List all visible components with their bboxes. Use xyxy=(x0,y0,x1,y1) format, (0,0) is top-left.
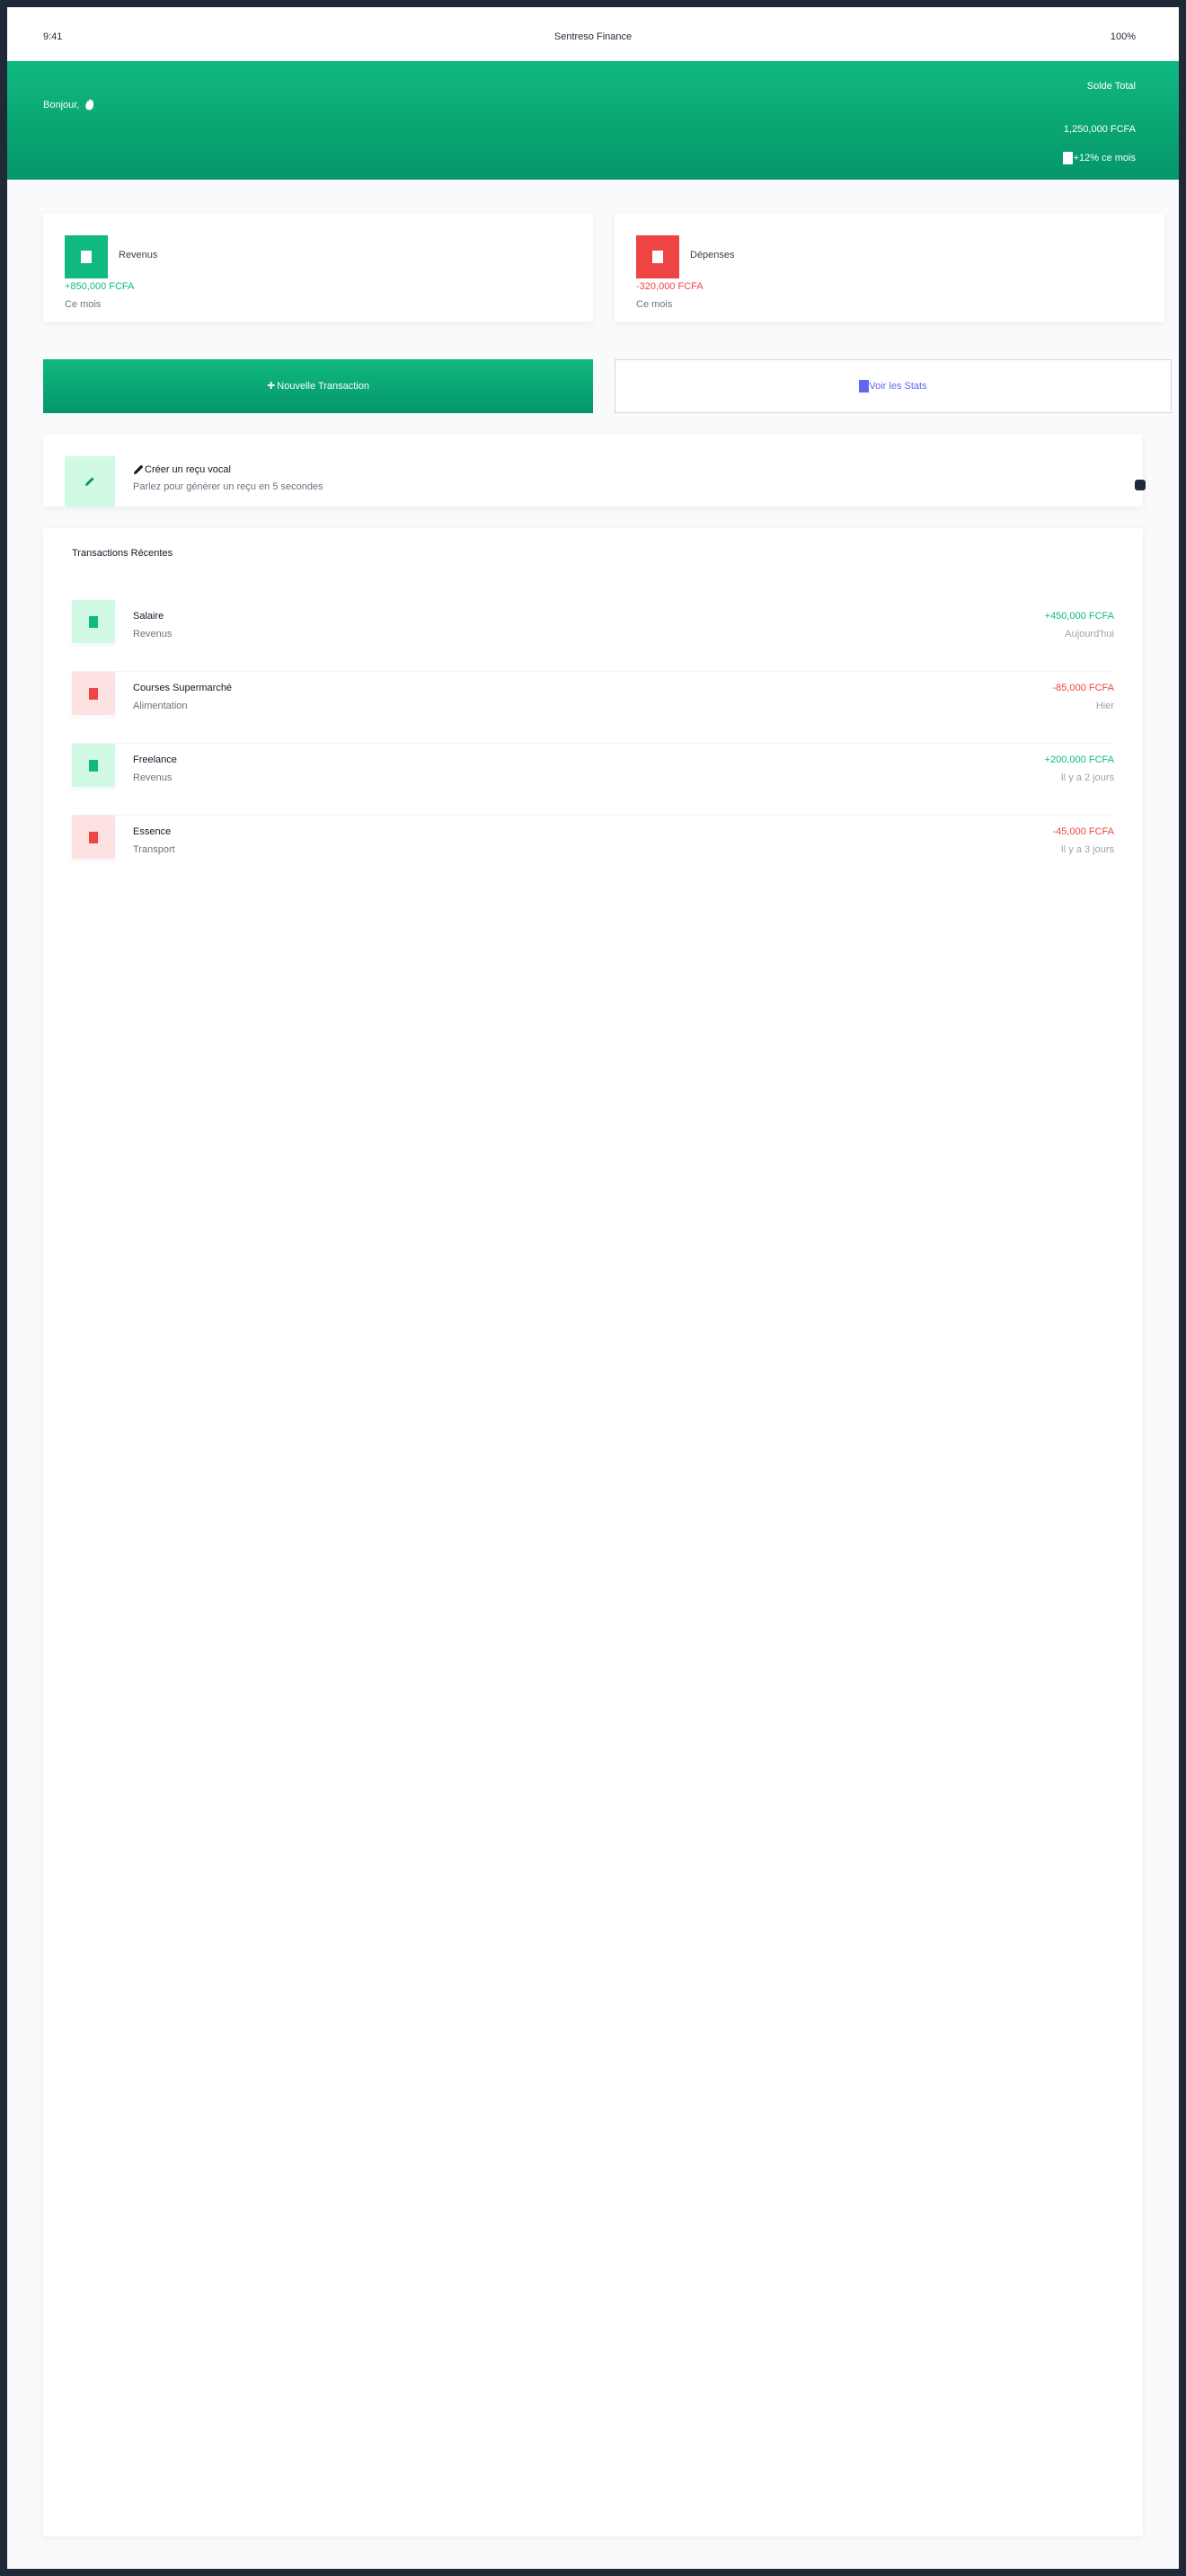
record-indicator-icon[interactable] xyxy=(1135,480,1146,490)
new-transaction-button[interactable]: + Nouvelle Transaction xyxy=(43,359,593,413)
transaction-name: Freelance xyxy=(133,754,177,765)
transactions-heading: Transactions Récentes xyxy=(72,548,173,559)
stats-chart-icon xyxy=(859,380,870,393)
transaction-amount: -45,000 FCFA xyxy=(1052,826,1114,837)
transaction-row[interactable]: Essence Transport -45,000 FCFA Il y a 3 … xyxy=(72,816,1114,887)
battery-level: 100% xyxy=(1110,31,1136,42)
expense-card[interactable]: Dépenses -320,000 FCFA Ce mois xyxy=(615,214,1164,322)
transaction-date: Aujourd'hui xyxy=(1065,629,1114,640)
app-title: Sentreso Finance xyxy=(553,31,633,42)
transaction-amount: -85,000 FCFA xyxy=(1052,683,1114,693)
trend-up-icon xyxy=(1062,152,1073,164)
income-icon xyxy=(72,744,115,787)
income-period: Ce mois xyxy=(65,299,102,310)
transaction-name: Essence xyxy=(133,826,172,837)
income-title: Revenus xyxy=(119,250,158,260)
transaction-name: Courses Supermarché xyxy=(133,683,233,693)
transaction-date: Il y a 2 jours xyxy=(1060,772,1114,783)
status-bar: 9:41 Sentreso Finance 100% xyxy=(7,7,1179,61)
balance-amount: 1,250,000 FCFA xyxy=(1063,124,1136,135)
pencil-icon xyxy=(85,477,94,486)
expense-icon xyxy=(72,672,115,715)
transaction-amount: +450,000 FCFA xyxy=(1044,611,1114,622)
recent-transactions-card: Transactions Récentes Salaire Revenus +4… xyxy=(43,528,1143,2536)
waving-hand-icon xyxy=(85,99,94,110)
new-transaction-label: Nouvelle Transaction xyxy=(277,381,370,392)
voice-title-text: Créer un reçu vocal xyxy=(145,463,231,475)
income-icon xyxy=(72,600,115,643)
expense-icon xyxy=(72,816,115,859)
income-icon xyxy=(65,235,108,278)
view-stats-label: Voir les Stats xyxy=(869,381,927,392)
voice-receipt-card[interactable]: Créer un reçu vocal Parlez pour générer … xyxy=(43,435,1143,507)
transaction-name: Salaire xyxy=(133,611,164,622)
trend-text: +12% ce mois xyxy=(1073,153,1136,163)
app-screen: 9:41 Sentreso Finance 100% Bonjour, Sold… xyxy=(7,7,1179,2569)
expense-value: -320,000 FCFA xyxy=(636,281,704,292)
transaction-category: Transport xyxy=(133,844,175,855)
transaction-category: Alimentation xyxy=(133,701,188,711)
expense-icon xyxy=(636,235,679,278)
voice-icon-box xyxy=(65,456,115,507)
expense-title: Dépenses xyxy=(690,250,735,260)
balance-header: Bonjour, Solde Total 1,250,000 FCFA +12%… xyxy=(7,61,1179,180)
pencil-icon xyxy=(133,464,144,475)
balance-trend: +12% ce mois xyxy=(1062,152,1136,164)
expense-period: Ce mois xyxy=(636,299,673,310)
income-card[interactable]: Revenus +850,000 FCFA Ce mois xyxy=(43,214,593,322)
voice-subtitle: Parlez pour générer un reçu en 5 seconde… xyxy=(133,481,323,492)
transaction-row[interactable]: Courses Supermarché Alimentation -85,000… xyxy=(72,672,1114,744)
transactions-list: Salaire Revenus +450,000 FCFA Aujourd'hu… xyxy=(72,600,1114,887)
income-value: +850,000 FCFA xyxy=(65,281,135,292)
greeting-text: Bonjour, xyxy=(43,99,80,110)
transaction-category: Revenus xyxy=(133,629,173,640)
transaction-category: Revenus xyxy=(133,772,173,783)
view-stats-button[interactable]: Voir les Stats xyxy=(615,359,1172,413)
transaction-row[interactable]: Freelance Revenus +200,000 FCFA Il y a 2… xyxy=(72,744,1114,816)
transaction-date: Il y a 3 jours xyxy=(1060,844,1114,855)
transaction-date: Hier xyxy=(1095,701,1114,711)
transaction-row[interactable]: Salaire Revenus +450,000 FCFA Aujourd'hu… xyxy=(72,600,1114,672)
plus-icon: + xyxy=(266,378,276,393)
transaction-amount: +200,000 FCFA xyxy=(1044,754,1114,765)
voice-title: Créer un reçu vocal xyxy=(133,463,231,475)
greeting: Bonjour, xyxy=(43,99,95,110)
balance-label: Solde Total xyxy=(1086,81,1136,92)
